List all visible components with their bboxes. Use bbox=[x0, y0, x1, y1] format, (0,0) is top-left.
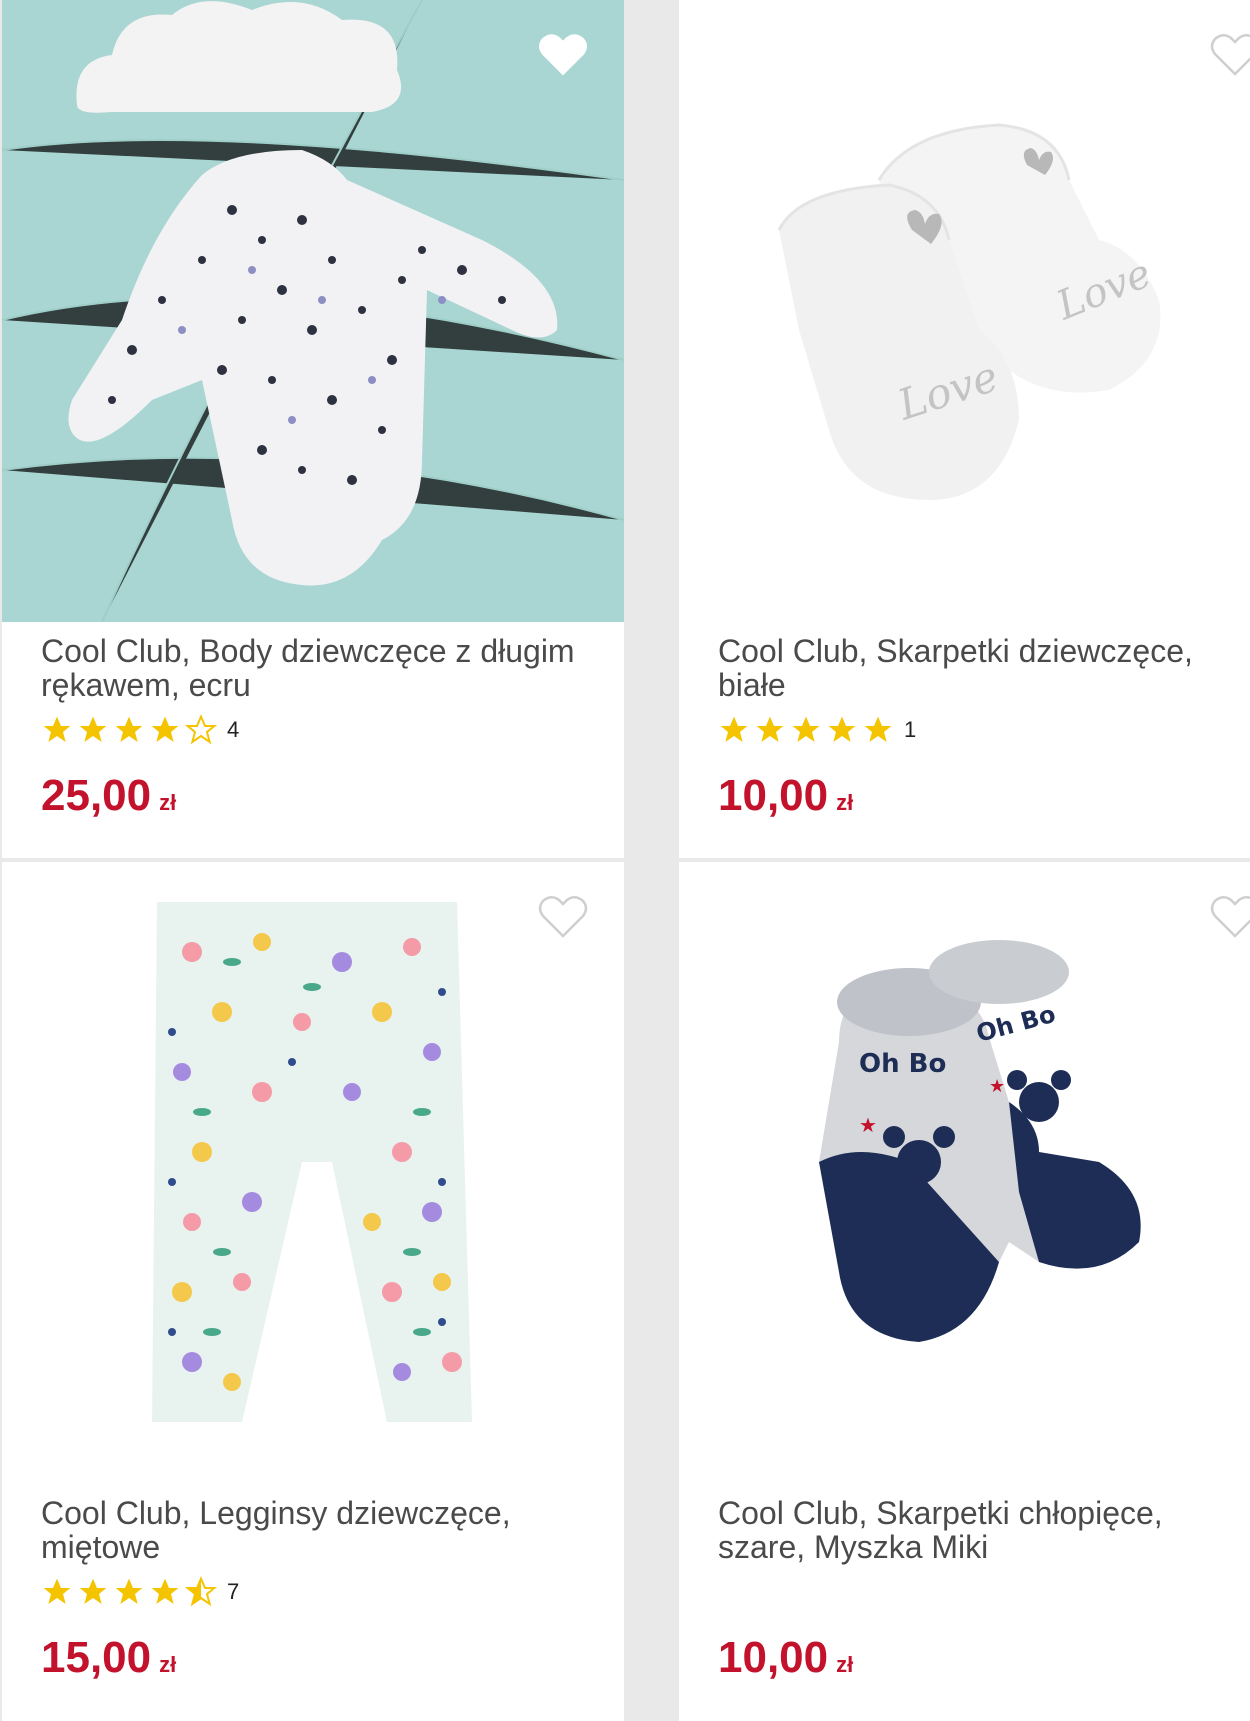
star-filled-icon bbox=[43, 716, 71, 742]
currency: zł bbox=[159, 790, 177, 815]
bodysuit-photo bbox=[2, 0, 624, 622]
heart-outline-icon bbox=[1210, 34, 1250, 76]
product-price: 25,00 zł bbox=[41, 772, 176, 827]
product-image[interactable]: Oh Bo Oh Bo ★ ★ bbox=[679, 862, 1250, 1484]
star-filled-icon bbox=[792, 716, 820, 742]
product-title[interactable]: Cool Club, Legginsy dziewczęce, miętowe bbox=[41, 1496, 581, 1564]
product-grid: Cool Club, Body dziewczęce z długim ręka… bbox=[0, 0, 1250, 1721]
product-image[interactable]: Love Love bbox=[679, 0, 1250, 622]
favorite-button[interactable] bbox=[537, 892, 589, 940]
white-socks-photo: Love Love bbox=[679, 0, 1250, 622]
rating-count: 1 bbox=[904, 717, 917, 742]
star-filled-icon bbox=[79, 716, 107, 742]
product-card[interactable]: Cool Club, Legginsy dziewczęce, miętowe … bbox=[2, 862, 624, 1721]
svg-text:★: ★ bbox=[859, 1115, 877, 1137]
star-filled-icon bbox=[115, 716, 143, 742]
product-title[interactable]: Cool Club, Body dziewczęce z długim ręka… bbox=[41, 634, 581, 702]
product-price: 10,00 zł bbox=[718, 1634, 853, 1689]
star-filled-icon bbox=[151, 1578, 179, 1604]
favorite-button[interactable] bbox=[1209, 892, 1250, 940]
product-card[interactable]: Oh Bo Oh Bo ★ ★ Cool Club, Skarpetki chł… bbox=[679, 862, 1250, 1721]
favorite-button[interactable] bbox=[537, 30, 589, 78]
mickey-socks-photo: Oh Bo Oh Bo ★ ★ bbox=[679, 862, 1250, 1484]
product-price: 10,00 zł bbox=[718, 772, 853, 827]
currency: zł bbox=[836, 790, 854, 815]
currency: zł bbox=[836, 1652, 854, 1677]
star-filled-icon bbox=[864, 716, 892, 742]
heart-icon bbox=[539, 34, 587, 76]
star-filled-icon bbox=[43, 1578, 71, 1604]
product-card[interactable]: Cool Club, Body dziewczęce z długim ręka… bbox=[2, 0, 624, 858]
rating-stars: 1 bbox=[718, 712, 916, 748]
svg-text:★: ★ bbox=[989, 1076, 1005, 1096]
star-half-icon bbox=[185, 1576, 217, 1607]
star-filled-icon bbox=[115, 1578, 143, 1604]
product-card[interactable]: Love Love Cool Club, Skarpetki dziewczęc… bbox=[679, 0, 1250, 858]
product-image[interactable] bbox=[2, 862, 624, 1484]
product-image[interactable] bbox=[2, 0, 624, 622]
heart-outline-icon bbox=[538, 896, 588, 938]
heart-outline-icon bbox=[1210, 896, 1250, 938]
product-price: 15,00 zł bbox=[41, 1634, 176, 1689]
favorite-button[interactable] bbox=[1209, 30, 1250, 78]
price-value: 10,00 bbox=[718, 771, 829, 820]
product-title[interactable]: Cool Club, Skarpetki chłopięce, szare, M… bbox=[718, 1496, 1250, 1564]
svg-text:Oh Bo: Oh Bo bbox=[859, 1049, 946, 1079]
product-title[interactable]: Cool Club, Skarpetki dziewczęce, białe bbox=[718, 634, 1250, 702]
rating-stars: 7 bbox=[41, 1574, 239, 1610]
star-filled-icon bbox=[720, 716, 748, 742]
star-filled-icon bbox=[756, 716, 784, 742]
rating-count: 7 bbox=[227, 1579, 240, 1604]
price-value: 10,00 bbox=[718, 1633, 829, 1682]
rating-count: 4 bbox=[227, 717, 240, 742]
currency: zł bbox=[159, 1652, 177, 1677]
price-value: 25,00 bbox=[41, 771, 152, 820]
star-filled-icon bbox=[828, 716, 856, 742]
star-filled-icon bbox=[79, 1578, 107, 1604]
leggings-photo bbox=[2, 862, 624, 1484]
price-value: 15,00 bbox=[41, 1633, 152, 1682]
star-filled-icon bbox=[151, 716, 179, 742]
star-empty-icon bbox=[185, 714, 217, 745]
rating-stars: 4 bbox=[41, 712, 239, 748]
